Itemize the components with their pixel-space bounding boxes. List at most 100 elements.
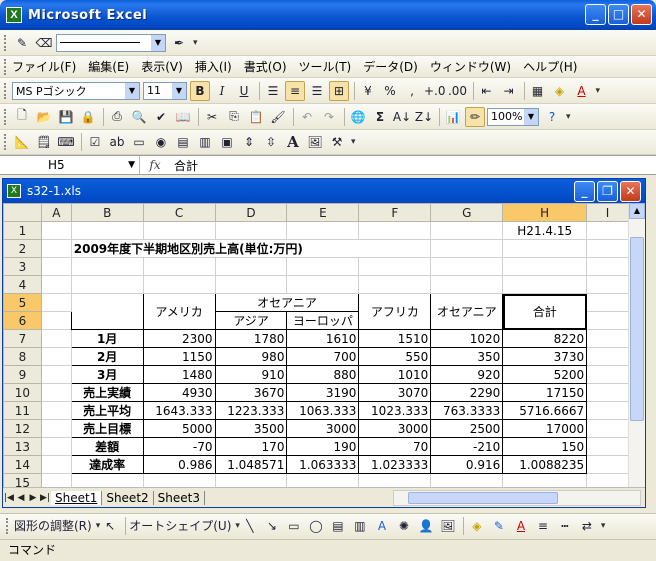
value-cell[interactable]: 910 — [214, 365, 288, 384]
row-header[interactable]: 11 — [3, 401, 42, 420]
align-left-icon[interactable]: ☰ — [263, 81, 283, 101]
value-cell[interactable]: 3730 — [502, 347, 588, 366]
cell[interactable] — [430, 275, 504, 294]
prev-sheet-button[interactable]: ◀ — [15, 493, 27, 503]
cell[interactable] — [214, 275, 288, 294]
cell[interactable] — [70, 275, 144, 294]
value-cell[interactable]: 3500 — [214, 419, 288, 438]
row-header[interactable]: 14 — [3, 455, 42, 474]
value-cell[interactable]: 3000 — [286, 419, 360, 438]
label-icon[interactable]: A — [283, 132, 303, 152]
column-header-g[interactable]: G — [430, 203, 504, 222]
cell[interactable] — [40, 239, 72, 258]
column-header-f[interactable]: F — [358, 203, 432, 222]
font-color-icon[interactable]: A — [511, 516, 531, 536]
copy-icon[interactable]: ⎘ — [224, 107, 244, 127]
value-cell[interactable]: 1.063333 — [286, 455, 360, 474]
menu-view[interactable]: 表示(V) — [141, 58, 183, 75]
dash-style-icon[interactable]: ┅ — [555, 516, 575, 536]
menu-format[interactable]: 書式(O) — [244, 58, 287, 75]
cell[interactable] — [586, 383, 629, 402]
header-corner-cell[interactable] — [70, 293, 144, 330]
value-cell[interactable]: 920 — [430, 365, 504, 384]
vertical-textbox-icon[interactable]: ▥ — [350, 516, 370, 536]
cell[interactable] — [502, 257, 588, 276]
listbox-icon[interactable]: ▤ — [173, 132, 193, 152]
value-cell[interactable]: 2300 — [142, 329, 216, 348]
toggle-button-icon[interactable]: ▣ — [217, 132, 237, 152]
row-label-cell[interactable]: 売上実績 — [70, 383, 144, 402]
cell[interactable] — [40, 437, 72, 456]
cell[interactable] — [586, 257, 629, 276]
row-label-cell[interactable]: 差額 — [70, 437, 144, 456]
value-cell[interactable]: 880 — [286, 365, 360, 384]
format-painter-icon[interactable]: 🖌 — [268, 107, 288, 127]
fill-color-icon[interactable]: ◈ — [467, 516, 487, 536]
checkbox-icon[interactable]: ☑ — [85, 132, 105, 152]
value-cell[interactable]: 0.916 — [430, 455, 504, 474]
pen-color-icon[interactable]: ✒ — [169, 33, 189, 53]
value-cell[interactable]: 980 — [214, 347, 288, 366]
cell[interactable] — [286, 275, 360, 294]
value-cell[interactable]: 1010 — [358, 365, 432, 384]
value-cell[interactable]: 4930 — [142, 383, 216, 402]
cell[interactable] — [286, 473, 360, 487]
cell[interactable] — [214, 257, 288, 276]
font-name-select[interactable]: MS Pゴシック ▼ — [12, 81, 140, 100]
sort-ascending-icon[interactable]: A↓ — [392, 107, 412, 127]
value-cell[interactable]: 5200 — [502, 365, 588, 384]
cell[interactable] — [40, 455, 72, 474]
open-folder-icon[interactable]: 📂 — [34, 107, 54, 127]
row-header[interactable]: 9 — [3, 365, 42, 384]
value-cell[interactable]: 1510 — [358, 329, 432, 348]
controls-grip[interactable] — [4, 134, 8, 150]
value-cell[interactable]: 0.986 — [142, 455, 216, 474]
sheet-tab-3[interactable]: Sheet3 — [154, 490, 205, 505]
maximize-button[interactable]: □ — [608, 4, 629, 25]
hyperlink-icon[interactable]: 🌐 — [348, 107, 368, 127]
value-cell[interactable]: 2290 — [430, 383, 504, 402]
select-pointer-icon[interactable]: ↖ — [100, 516, 120, 536]
increase-indent-icon[interactable]: ⇥ — [499, 81, 519, 101]
eraser-icon[interactable]: ⌫ — [34, 33, 54, 53]
borders-icon[interactable]: ▦ — [528, 81, 548, 101]
row-label-cell[interactable]: 達成率 — [70, 455, 144, 474]
cell[interactable] — [502, 275, 588, 294]
menu-data[interactable]: データ(D) — [363, 58, 418, 75]
value-cell[interactable]: 763.3333 — [430, 401, 504, 420]
name-box[interactable]: H5 ▼ — [0, 156, 140, 174]
cell[interactable] — [214, 473, 288, 487]
value-cell[interactable]: 1.0088235 — [502, 455, 588, 474]
cell[interactable] — [40, 419, 72, 438]
align-right-icon[interactable]: ☰ — [307, 81, 327, 101]
italic-button[interactable]: I — [212, 81, 232, 101]
cell[interactable] — [586, 221, 629, 240]
sheet-tab-2[interactable]: Sheet2 — [102, 490, 154, 505]
row-label-cell[interactable]: 売上平均 — [70, 401, 144, 420]
scroll-up-button[interactable]: ▲ — [629, 203, 645, 219]
spelling-icon[interactable]: ✔ — [151, 107, 171, 127]
menu-tools[interactable]: ツール(T) — [299, 58, 352, 75]
cell[interactable] — [40, 311, 72, 330]
arrow-tool-icon[interactable]: ↘ — [262, 516, 282, 536]
cell[interactable] — [430, 473, 504, 487]
print-icon[interactable]: ⎙ — [107, 107, 127, 127]
diagram-icon[interactable]: ✺ — [394, 516, 414, 536]
sheet-title-cell[interactable]: 2009年度下半期地区別売上高(単位:万円) — [70, 239, 432, 258]
chevron-down-icon[interactable]: ▼ — [125, 82, 139, 99]
menu-help[interactable]: ヘルプ(H) — [523, 58, 577, 75]
row-header[interactable]: 10 — [3, 383, 42, 402]
cell[interactable] — [502, 239, 588, 258]
cell[interactable] — [214, 221, 288, 240]
line-tool-icon[interactable]: ╲ — [240, 516, 260, 536]
undo-icon[interactable]: ↶ — [297, 107, 317, 127]
toolbar-options-icon[interactable]: ▾ — [596, 86, 601, 96]
sort-descending-icon[interactable]: Z↓ — [414, 107, 434, 127]
arrow-style-icon[interactable]: ⇄ — [577, 516, 597, 536]
value-cell[interactable]: 350 — [430, 347, 504, 366]
cell[interactable] — [586, 275, 629, 294]
align-center-icon[interactable]: ≡ — [285, 80, 305, 101]
first-sheet-button[interactable]: |◀ — [3, 493, 15, 503]
drawing-grip[interactable] — [6, 517, 10, 534]
row-header[interactable]: 7 — [3, 329, 42, 348]
